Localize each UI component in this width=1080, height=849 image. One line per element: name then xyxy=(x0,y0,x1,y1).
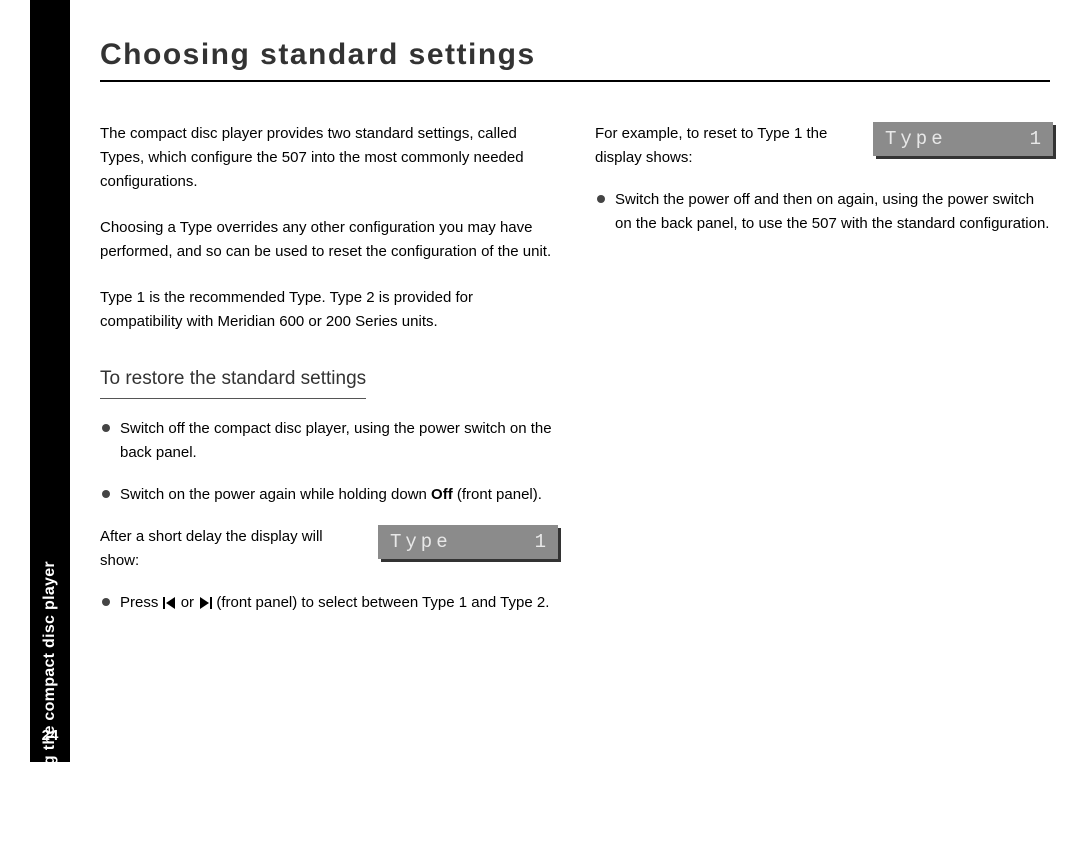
intro-paragraph-1: The compact disc player provides two sta… xyxy=(100,122,555,194)
restore-steps-list: Switch off the compact disc player, usin… xyxy=(100,417,555,507)
list-item: Switch off the compact disc player, usin… xyxy=(100,417,555,465)
display-example-row: For example, to reset to Type 1 the disp… xyxy=(595,122,1050,170)
page-title: Choosing standard settings xyxy=(100,38,1050,82)
off-button-label: Off xyxy=(431,486,453,503)
example-text: For example, to reset to Type 1 the disp… xyxy=(595,122,855,170)
lcd-label: Type xyxy=(390,527,452,557)
lcd-display: Type 1 xyxy=(378,525,558,559)
manual-page: Configuring the compact disc player 24 C… xyxy=(0,0,1080,762)
sidebar-section-title: Configuring the compact disc player xyxy=(41,561,59,849)
sidebar: Configuring the compact disc player 24 xyxy=(30,0,70,762)
lcd-label: Type xyxy=(885,124,947,154)
final-step-list: Switch the power off and then on again, … xyxy=(595,188,1050,236)
press-text-mid: or xyxy=(181,594,199,611)
right-column: For example, to reset to Type 1 the disp… xyxy=(595,122,1050,633)
press-text-before: Press xyxy=(120,594,163,611)
list-item: Switch on the power again while holding … xyxy=(100,483,555,507)
step-text: Switch off the compact disc player, usin… xyxy=(120,420,552,461)
list-item: Switch the power off and then on again, … xyxy=(595,188,1050,236)
left-column: The compact disc player provides two sta… xyxy=(100,122,555,633)
lcd-value: 1 xyxy=(1030,124,1041,154)
lcd-value: 1 xyxy=(535,527,546,557)
next-track-icon xyxy=(198,597,212,609)
section-subheading: To restore the standard settings xyxy=(100,364,366,399)
content-area: Choosing standard settings The compact d… xyxy=(100,38,1050,732)
lcd-display: Type 1 xyxy=(873,122,1053,156)
after-delay-text: After a short delay the display will sho… xyxy=(100,525,360,573)
select-type-list: Press or (front panel) to select between… xyxy=(100,591,555,615)
step-text-suffix: (front panel). xyxy=(453,486,542,503)
previous-track-icon xyxy=(163,597,177,609)
press-text-after: (front panel) to select between Type 1 a… xyxy=(216,594,549,611)
display-example-row: After a short delay the display will sho… xyxy=(100,525,555,573)
page-number: 24 xyxy=(30,727,70,744)
step-text-prefix: Switch on the power again while holding … xyxy=(120,486,431,503)
final-step-text: Switch the power off and then on again, … xyxy=(615,191,1049,232)
intro-paragraph-2: Choosing a Type overrides any other conf… xyxy=(100,216,555,264)
list-item: Press or (front panel) to select between… xyxy=(100,591,555,615)
two-column-layout: The compact disc player provides two sta… xyxy=(100,122,1050,633)
intro-paragraph-3: Type 1 is the recommended Type. Type 2 i… xyxy=(100,286,555,334)
